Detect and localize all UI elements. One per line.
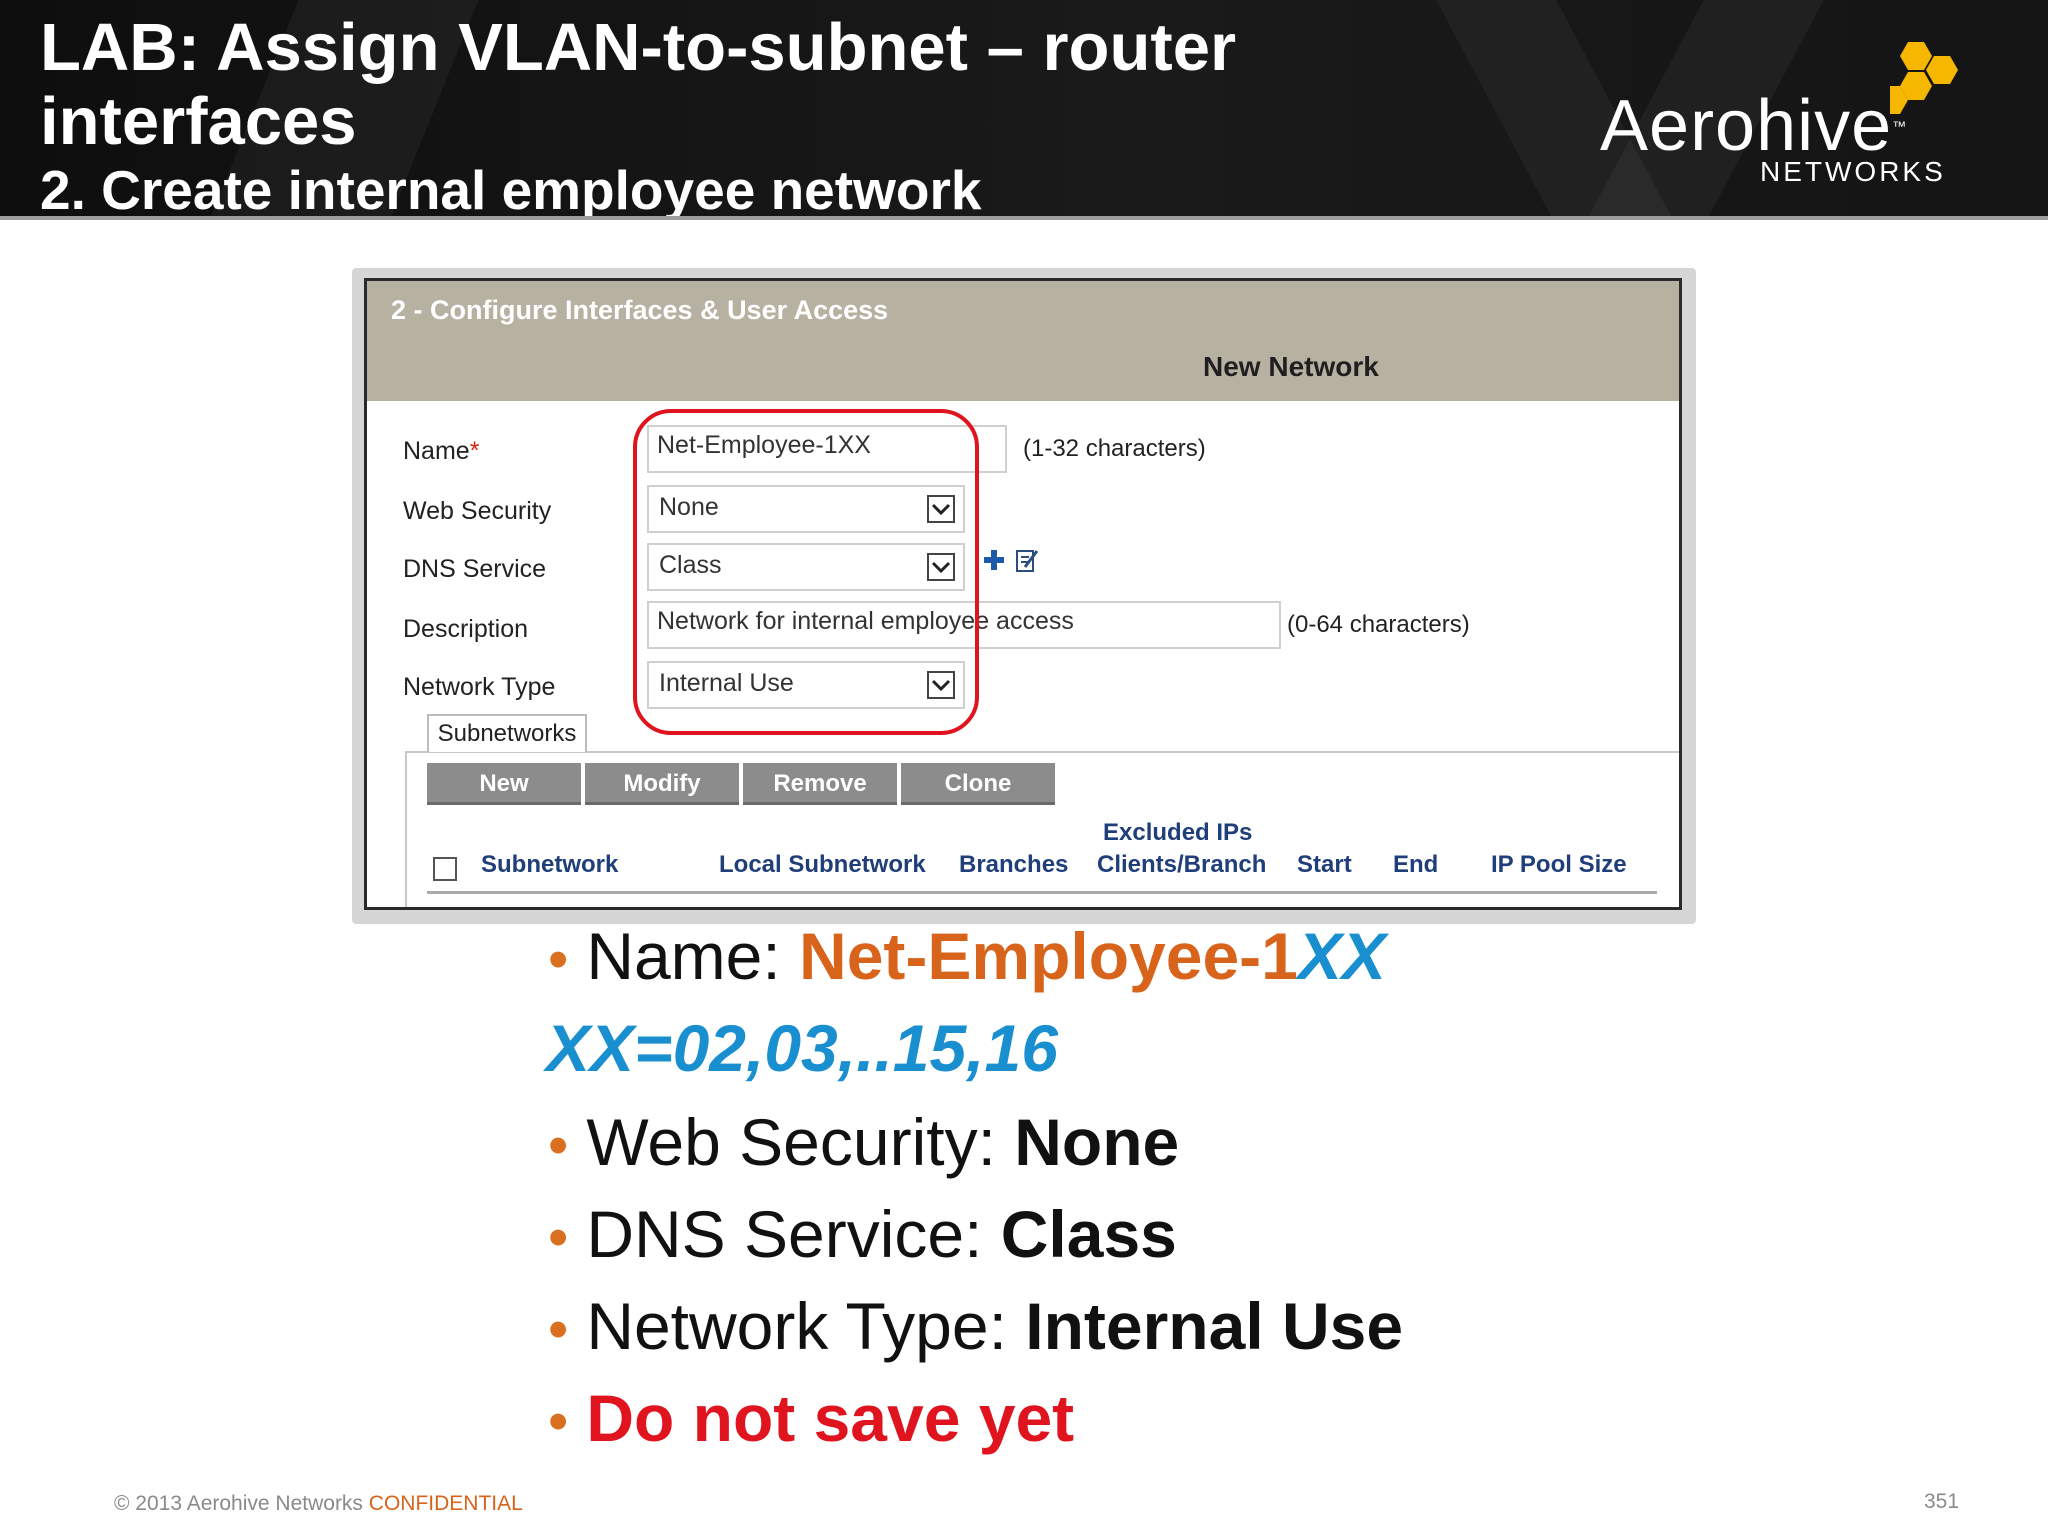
bullet-dns-label: DNS Service: (586, 1197, 1001, 1271)
bullet-type-label: Network Type: (586, 1289, 1026, 1363)
column-branches[interactable]: Branches (959, 851, 1068, 879)
column-local-subnetwork[interactable]: Local Subnetwork (719, 851, 926, 879)
web-security-label: Web Security (403, 497, 552, 525)
panel-header: 2 - Configure Interfaces & User Access N… (367, 281, 1679, 401)
highlight-outline (633, 409, 979, 735)
bullet-dns-value: Class (1000, 1197, 1177, 1271)
column-subnetwork[interactable]: Subnetwork (481, 851, 618, 879)
bullet-type-value: Internal Use (1025, 1289, 1404, 1363)
bullet-name-label: Name: (586, 919, 800, 993)
tab-subnetworks[interactable]: Subnetworks (427, 714, 587, 752)
column-clients-branch[interactable]: Clients/Branch (1097, 851, 1266, 879)
network-type-label: Network Type (403, 673, 556, 701)
description-label: Description (403, 615, 529, 643)
modify-button[interactable]: Modify (585, 763, 739, 805)
bullet-marker: • (548, 1205, 569, 1270)
panel-title: 2 - Configure Interfaces & User Access (391, 295, 889, 325)
slide-title-line2: interfaces (40, 84, 357, 159)
new-button[interactable]: New (427, 763, 581, 805)
bullet-network-type: • Network Type: Internal Use (548, 1288, 1403, 1368)
name-hint: (1-32 characters) (1023, 435, 1206, 462)
clone-button[interactable]: Clone (901, 763, 1055, 805)
panel-subtitle: New Network (1203, 351, 1379, 382)
dns-service-label: DNS Service (403, 555, 547, 583)
column-ip-pool-size[interactable]: IP Pool Size (1491, 851, 1627, 879)
slide-subtitle: 2. Create internal employee network (40, 159, 982, 220)
section-divider (405, 751, 1679, 753)
bullet-marker: • (548, 927, 569, 992)
bullet-web-label: Web Security: (586, 1105, 1015, 1179)
bullet-marker: • (548, 1389, 569, 1454)
bullet-web-value: None (1014, 1105, 1180, 1179)
slide-title-line1: LAB: Assign VLAN-to-subnet – router (40, 10, 1237, 85)
bullet-name-suffix: XX (1297, 919, 1386, 993)
remove-button[interactable]: Remove (743, 763, 897, 805)
column-end[interactable]: End (1393, 851, 1438, 879)
page-number: 351 (1924, 1490, 1960, 1513)
section-divider (405, 751, 407, 907)
table-header-rule (427, 891, 1657, 894)
bullet-marker: • (548, 1297, 569, 1362)
bullet-marker: • (548, 1113, 569, 1178)
footer-confidential: CONFIDENTIAL (368, 1492, 523, 1515)
slide-header: LAB: Assign VLAN-to-subnet – router inte… (0, 0, 2048, 220)
required-marker: * (469, 437, 480, 465)
bullet-dns-service: • DNS Service: Class (548, 1196, 1177, 1276)
configure-interfaces-panel: 2 - Configure Interfaces & User Access N… (364, 278, 1682, 910)
warning-text: Do not save yet (586, 1381, 1075, 1455)
aerohive-logo: Aerohive™ NETWORKS (1590, 38, 2010, 198)
bullet-warning: • Do not save yet (548, 1380, 1074, 1460)
xx-note: XX=02,03,..15,16 (546, 1011, 1058, 1085)
name-label: Name* (403, 437, 480, 465)
footer-copyright: © 2013 Aerohive Networks CONFIDENTIAL (114, 1492, 523, 1515)
select-all-checkbox[interactable] (433, 857, 457, 881)
description-hint: (0-64 characters) (1287, 611, 1470, 638)
column-excluded-ips[interactable]: Excluded IPs (1103, 819, 1252, 847)
edit-icon[interactable] (1015, 547, 1039, 573)
bullet-name-value: Net-Employee-1 (799, 919, 1298, 993)
logo-subtext: NETWORKS (1760, 156, 1946, 187)
bullet-name: • Name: Net-Employee-1XX (548, 918, 1386, 998)
plus-icon[interactable] (983, 549, 1005, 571)
column-start[interactable]: Start (1297, 851, 1352, 879)
bullet-web-security: • Web Security: None (548, 1104, 1179, 1184)
logo-wordmark: Aerohive™ (1600, 86, 1908, 166)
